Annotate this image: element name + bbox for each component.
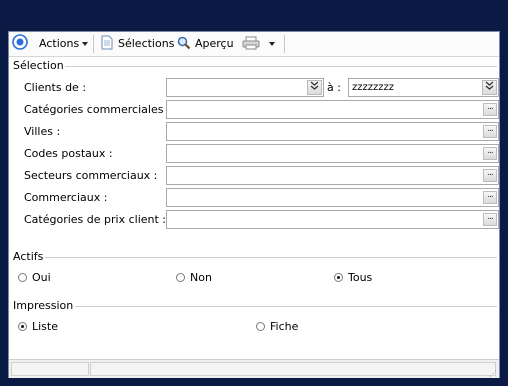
field-label: Codes postaux : xyxy=(24,147,113,160)
actifs-oui-radio[interactable]: Oui xyxy=(18,270,51,286)
ellipsis-icon[interactable]: ... xyxy=(483,125,497,138)
field-label: Secteurs commerciaux : xyxy=(24,169,158,182)
status-bar: ⋰ xyxy=(9,359,499,378)
double-chevron-down-icon[interactable] xyxy=(482,80,497,95)
magnifier-icon xyxy=(177,36,191,50)
selection-title: Sélection xyxy=(13,59,64,72)
target-icon[interactable] xyxy=(12,32,28,56)
apercu-label: Aperçu xyxy=(195,37,234,50)
actifs-divider xyxy=(45,257,497,258)
commerciaux-field[interactable]: ... xyxy=(166,188,499,207)
resize-grip-icon[interactable]: ⋰ xyxy=(489,370,497,378)
printer-icon xyxy=(242,36,260,50)
radio-selected-icon xyxy=(334,273,343,282)
secteurs-commerciaux-field[interactable]: ... xyxy=(166,166,499,185)
document-icon xyxy=(101,35,113,50)
a-label: à : xyxy=(327,81,341,94)
radio-circle-icon xyxy=(176,273,185,282)
ellipsis-icon[interactable]: ... xyxy=(483,213,497,226)
ellipsis-icon[interactable]: ... xyxy=(483,147,497,160)
categories-commerciales-field[interactable]: ... xyxy=(166,100,499,119)
toolbar-separator xyxy=(93,35,94,53)
actifs-non-radio[interactable]: Non xyxy=(176,270,212,286)
chevron-down-icon xyxy=(269,42,275,46)
clients-to-field[interactable]: zzzzzzzz xyxy=(348,78,499,97)
ellipsis-icon[interactable]: ... xyxy=(483,103,497,116)
field-label: Catégories de prix client : xyxy=(24,213,167,226)
main-window: Actions Sélections Aperçu Sélection Clie… xyxy=(8,31,500,378)
apercu-button[interactable]: Aperçu xyxy=(177,32,234,56)
toolbar-separator xyxy=(284,35,285,53)
status-cell xyxy=(11,362,89,376)
codes-postaux-field[interactable]: ... xyxy=(166,144,499,163)
radio-selected-icon xyxy=(18,322,27,331)
actifs-title: Actifs xyxy=(13,250,44,263)
selections-label: Sélections xyxy=(118,37,175,50)
impression-title: Impression xyxy=(13,299,74,312)
impression-divider xyxy=(75,306,497,307)
selection-divider xyxy=(65,66,497,67)
impression-fiche-radio[interactable]: Fiche xyxy=(256,319,298,335)
clients-from-field[interactable] xyxy=(166,78,324,97)
clients-to-value: zzzzzzzz xyxy=(352,82,394,93)
actions-label: Actions xyxy=(39,37,80,50)
chevron-down-icon xyxy=(82,42,89,46)
print-button[interactable] xyxy=(242,32,260,56)
impression-liste-radio[interactable]: Liste xyxy=(18,319,58,335)
radio-circle-icon xyxy=(18,273,27,282)
ellipsis-icon[interactable]: ... xyxy=(483,191,497,204)
field-label: Catégories commerciales : xyxy=(24,103,171,116)
selections-button[interactable]: Sélections xyxy=(101,32,174,56)
radio-label: Tous xyxy=(348,271,373,284)
field-label: Villes : xyxy=(24,125,61,138)
radio-circle-icon xyxy=(256,322,265,331)
clients-label: Clients de : xyxy=(24,81,87,94)
status-cell xyxy=(90,362,496,376)
print-dropdown-button[interactable] xyxy=(266,32,275,56)
double-chevron-down-icon[interactable] xyxy=(307,80,322,95)
radio-label: Fiche xyxy=(270,320,299,333)
radio-label: Oui xyxy=(32,271,51,284)
toolbar: Actions Sélections Aperçu xyxy=(9,32,499,57)
field-label: Commerciaux : xyxy=(24,191,108,204)
categories-prix-client-field[interactable]: ... xyxy=(166,210,499,229)
actions-menu-button[interactable]: Actions xyxy=(39,32,89,56)
villes-field[interactable]: ... xyxy=(166,122,499,141)
radio-label: Non xyxy=(190,271,212,284)
actifs-tous-radio[interactable]: Tous xyxy=(334,270,372,286)
radio-label: Liste xyxy=(32,320,58,333)
ellipsis-icon[interactable]: ... xyxy=(483,169,497,182)
